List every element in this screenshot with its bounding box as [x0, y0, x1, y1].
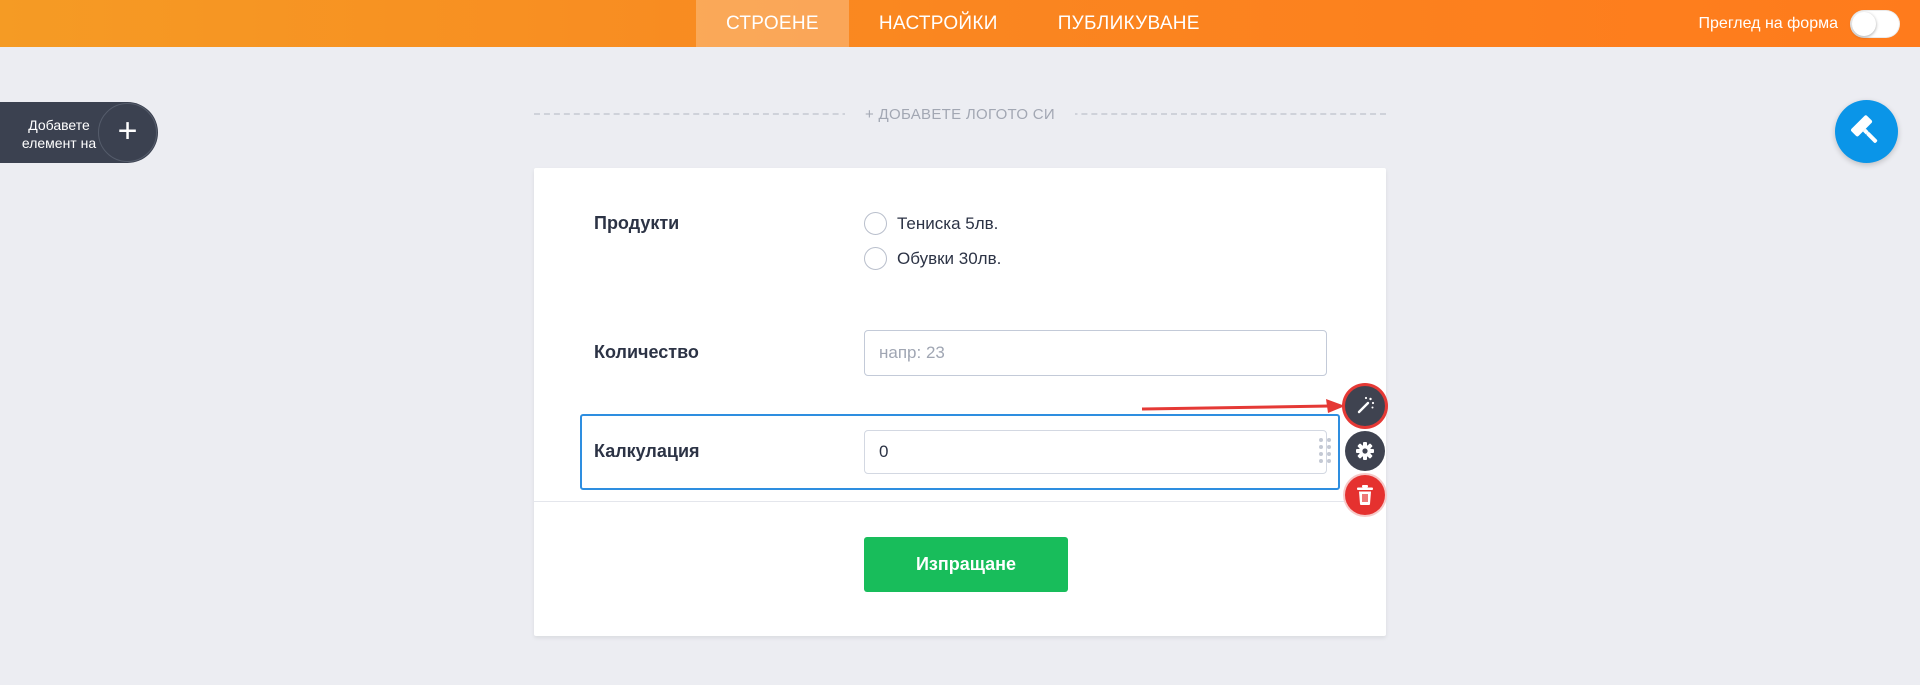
tab-build[interactable]: СТРОЕНЕ — [696, 0, 849, 47]
paint-roller-icon — [1851, 115, 1878, 143]
add-logo-link[interactable]: + ДОБАВЕТЕ ЛОГОТО СИ — [534, 106, 1386, 123]
field-label-products: Продукти — [594, 213, 680, 233]
add-logo-text[interactable]: + ДОБАВЕТЕ ЛОГОТО СИ — [844, 106, 1075, 123]
tab-publish[interactable]: ПУБЛИКУВАНЕ — [1028, 0, 1230, 47]
radio-option-shoes[interactable]: Обувки 30лв. — [864, 247, 1001, 270]
delete-field-button[interactable] — [1345, 475, 1385, 515]
top-navigation-bar: СТРОЕНЕ НАСТРОЙКИ ПУБЛИКУВАНЕ Преглед на… — [0, 0, 1920, 47]
radio-button[interactable] — [864, 247, 887, 270]
toggle-knob — [1852, 11, 1876, 36]
plus-icon[interactable]: + — [98, 103, 157, 162]
preview-toggle[interactable] — [1850, 9, 1900, 38]
add-logo-row[interactable]: + ДОБАВЕТЕ ЛОГОТО СИ — [534, 104, 1386, 124]
radio-option-label: Тениска 5лв. — [897, 213, 999, 233]
magic-wand-button[interactable] — [1345, 386, 1385, 426]
trash-icon — [1357, 485, 1373, 505]
magic-wand-icon — [1357, 396, 1375, 414]
radio-option-tshirt[interactable]: Тениска 5лв. — [864, 212, 998, 235]
preview-label: Преглед на форма — [1698, 14, 1838, 32]
radio-option-label: Обувки 30лв. — [897, 248, 1002, 268]
tab-settings[interactable]: НАСТРОЙКИ — [849, 0, 1028, 47]
quantity-input[interactable] — [864, 330, 1327, 376]
field-settings-button[interactable] — [1345, 431, 1385, 471]
add-element-label: Добавете елемент на форма — [21, 117, 97, 154]
builder-tabs: СТРОЕНЕ НАСТРОЙКИ ПУБЛИКУВАНЕ — [696, 0, 1230, 47]
drag-handle-icon[interactable] — [1318, 437, 1332, 465]
submit-button[interactable]: Изпращане — [864, 537, 1068, 592]
field-label-quantity: Количество — [594, 342, 699, 362]
form-divider — [534, 501, 1386, 502]
form-preview-control: Преглед на форма — [1699, 0, 1900, 47]
annotation-arrow — [1141, 399, 1345, 413]
calculation-input[interactable] — [864, 430, 1327, 474]
field-label-calculation: Калкулация — [594, 441, 700, 461]
gear-icon — [1356, 442, 1374, 460]
radio-button[interactable] — [864, 212, 887, 235]
add-form-element-button[interactable]: Добавете елемент на форма + — [0, 102, 158, 163]
form-designer-button[interactable] — [1835, 100, 1898, 163]
